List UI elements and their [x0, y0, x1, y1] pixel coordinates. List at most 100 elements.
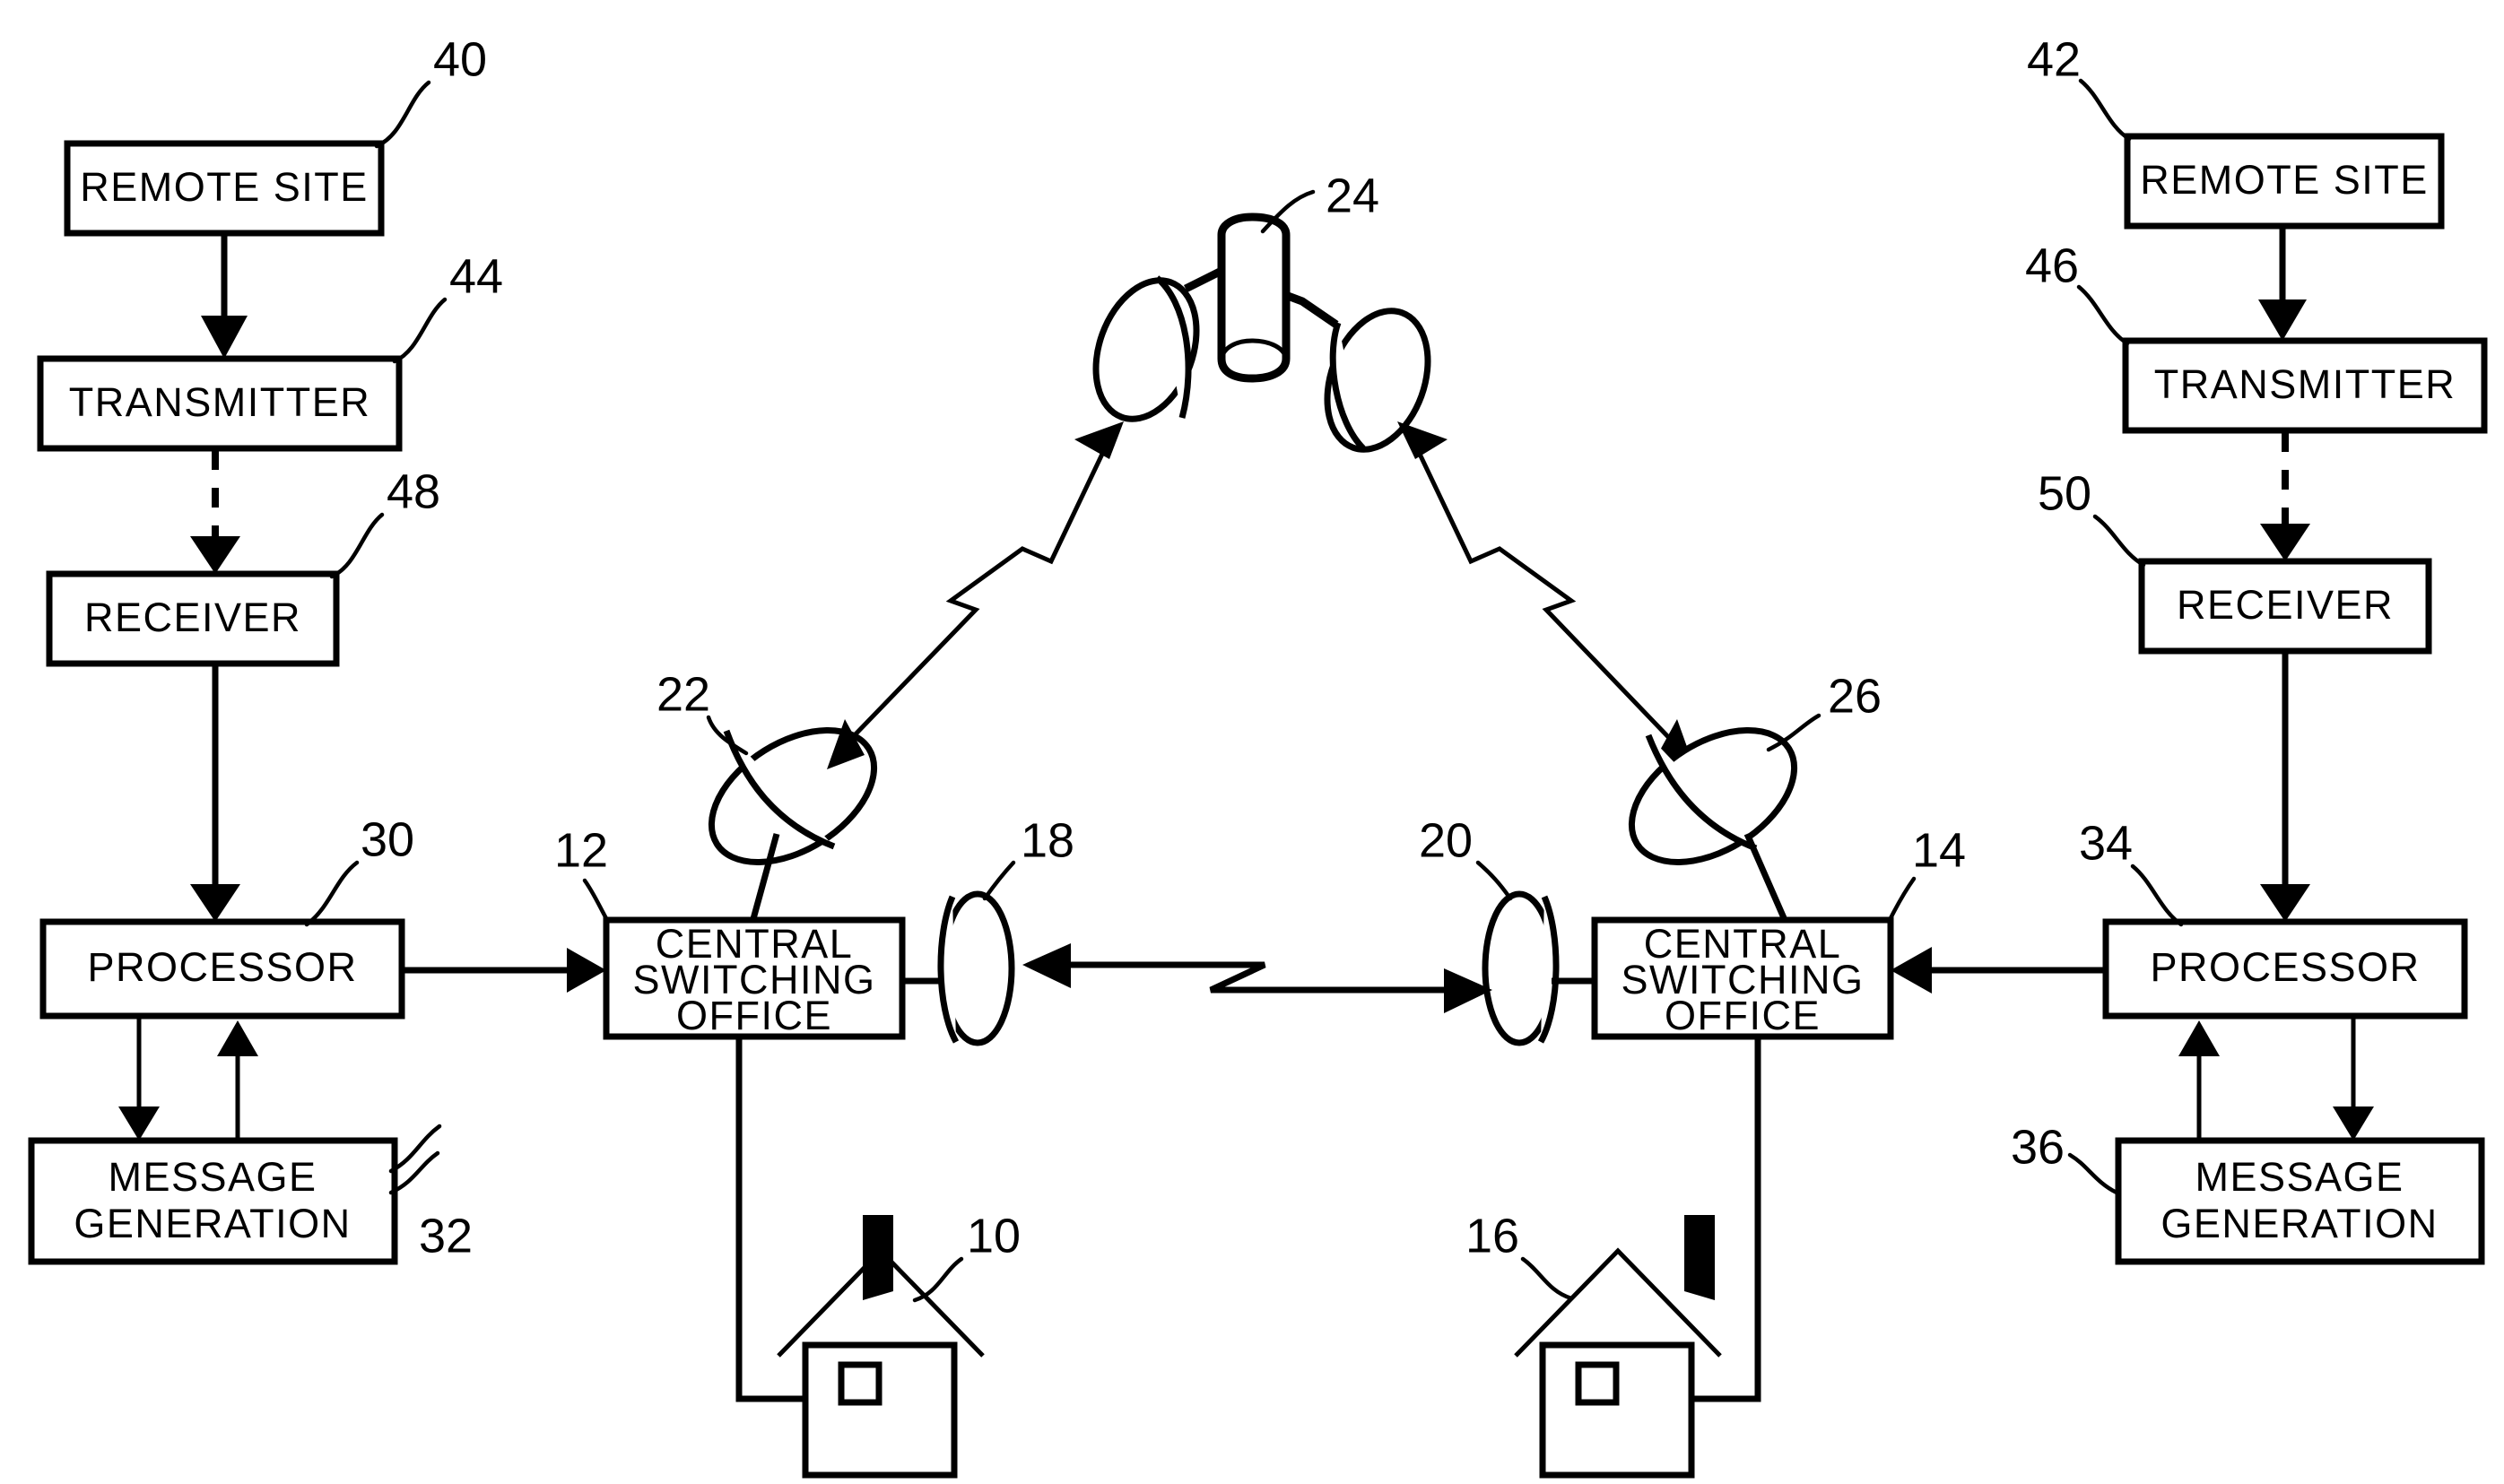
ref-number-40: 40	[433, 32, 487, 86]
processor-right-label: PROCESSOR	[2150, 944, 2420, 990]
message-generation-right-label-line2: GENERATION	[2161, 1201, 2438, 1246]
leader-line-36	[2067, 1152, 2119, 1195]
leader-line-40	[374, 80, 431, 149]
ref-number-30: 30	[361, 812, 414, 866]
ref-number-20: 20	[1419, 813, 1473, 867]
ref-number-10: 10	[967, 1209, 1021, 1263]
house-left[interactable]	[777, 1215, 985, 1479]
message-generation-right-label-line1: MESSAGE	[2195, 1154, 2404, 1200]
arrowhead-wireless-right	[2260, 524, 2310, 561]
ref-number-46: 46	[2025, 239, 2079, 292]
ref-number-36: 36	[2011, 1120, 2065, 1174]
arrowhead-uplink-right-top	[1397, 421, 1448, 459]
satellite-icon[interactable]	[1078, 213, 1446, 464]
message-generation-left-label-line1: MESSAGE	[108, 1154, 317, 1200]
processor-left-label: PROCESSOR	[87, 944, 357, 990]
satellite-link-right-path	[1414, 447, 1675, 744]
leader-line-42	[2078, 78, 2132, 142]
satellite-link-left-path	[846, 447, 1108, 744]
patent-figure: REMOTE SITE 40 TRANSMITTER 44 RECEIVER 4…	[0, 0, 2504, 1484]
connector-cso-left-to-house	[735, 1037, 805, 1402]
ref-number-22: 22	[656, 667, 710, 721]
arrowhead-remote-to-transmitter-left	[201, 316, 248, 359]
ref-number-48: 48	[387, 464, 440, 518]
arrowhead-uplink-left-top	[1074, 421, 1124, 459]
house-left-window-icon	[838, 1361, 882, 1406]
transmitter-right-label: TRANSMITTER	[2154, 361, 2456, 407]
ref-number-12: 12	[554, 823, 608, 877]
satellite-link-left	[827, 421, 1124, 769]
receiver-right-label: RECEIVER	[2177, 582, 2394, 628]
house-right[interactable]	[1514, 1215, 1722, 1479]
cso-right-label-line3: OFFICE	[1665, 993, 1821, 1038]
arrowhead-remote-to-transmitter-right	[2258, 299, 2307, 341]
arrowhead-processor-to-cso-right	[1891, 947, 1932, 994]
ref-number-32: 32	[419, 1209, 473, 1263]
ref-number-16: 16	[1465, 1209, 1519, 1263]
leader-line-24	[1260, 189, 1316, 234]
ref-number-44: 44	[449, 249, 503, 303]
ref-number-50: 50	[2038, 466, 2091, 520]
arrowhead-receiver-to-processor-right	[2260, 884, 2310, 922]
block-central-switching-office-left[interactable]: CENTRAL SWITCHING OFFICE	[603, 916, 906, 1040]
leader-line-14	[1886, 876, 1917, 924]
ref-number-14: 14	[1912, 823, 1966, 877]
remote-site-left-label: REMOTE SITE	[80, 164, 369, 210]
leader-line-26	[1766, 713, 1821, 752]
leader-line-46	[2076, 284, 2130, 346]
microwave-antenna-left[interactable]	[902, 890, 1015, 1046]
block-processor-right[interactable]: PROCESSOR	[2102, 918, 2468, 1020]
block-transmitter-left[interactable]: TRANSMITTER	[37, 355, 403, 452]
satellite-dish-left-face	[708, 727, 878, 865]
satellite-dish-right-mast	[1743, 832, 1788, 922]
arrowhead-msggen-to-processor-right	[2178, 1020, 2220, 1056]
leader-line-16	[1520, 1256, 1574, 1301]
leader-line-44	[392, 297, 448, 364]
block-message-generation-left[interactable]: MESSAGE GENERATION	[28, 1137, 398, 1265]
figure-canvas: REMOTE SITE 40 TRANSMITTER 44 RECEIVER 4…	[28, 32, 2488, 1479]
satellite-dish-right[interactable]	[1608, 703, 1817, 922]
block-receiver-right[interactable]: RECEIVER	[2138, 558, 2432, 655]
block-central-switching-office-right[interactable]: CENTRAL SWITCHING OFFICE	[1591, 916, 1894, 1040]
arrowhead-wireless-left	[190, 536, 240, 574]
house-right-chimney-icon	[1684, 1215, 1715, 1300]
microwave-link	[1022, 943, 1492, 1013]
leader-line-34	[2130, 863, 2184, 927]
block-processor-left[interactable]: PROCESSOR	[39, 918, 405, 1020]
ref-number-42: 42	[2027, 32, 2081, 86]
arrowhead-processor-to-msggen-right	[2333, 1106, 2374, 1141]
satellite-body	[1217, 213, 1291, 383]
satellite-strut-right	[1286, 291, 1339, 328]
arrowhead-microwave-left	[1022, 943, 1071, 988]
block-remote-site-right[interactable]: REMOTE SITE	[2124, 133, 2445, 230]
leader-line-20	[1475, 860, 1513, 901]
transmitter-left-label: TRANSMITTER	[69, 379, 371, 425]
remote-site-right-label: REMOTE SITE	[2140, 157, 2429, 203]
leader-line-12	[582, 878, 611, 924]
satellite-left-panel	[1092, 277, 1200, 422]
block-message-generation-right[interactable]: MESSAGE GENERATION	[2115, 1137, 2485, 1265]
microwave-antenna-right[interactable]	[1482, 890, 1595, 1046]
cso-left-label-line3: OFFICE	[676, 993, 832, 1038]
house-right-window-icon	[1575, 1361, 1620, 1406]
ref-number-18: 18	[1021, 813, 1074, 867]
arrowhead-receiver-to-processor-left	[190, 884, 240, 922]
microwave-link-path	[1055, 961, 1460, 994]
block-transmitter-right[interactable]: TRANSMITTER	[2122, 337, 2488, 434]
leader-line-30	[304, 860, 360, 927]
message-generation-left-label-line2: GENERATION	[74, 1201, 351, 1246]
leader-line-32	[388, 1124, 442, 1174]
block-receiver-left[interactable]: RECEIVER	[46, 570, 340, 667]
leader-line-32b	[388, 1150, 440, 1195]
ref-number-26: 26	[1828, 669, 1882, 723]
satellite-dish-right-face	[1628, 727, 1798, 865]
arrowhead-processor-to-cso-left	[567, 948, 606, 993]
ref-number-34: 34	[2079, 816, 2133, 870]
ref-number-24: 24	[1326, 169, 1379, 222]
arrowhead-processor-to-msggen-left	[118, 1106, 160, 1141]
block-remote-site-left[interactable]: REMOTE SITE	[64, 140, 385, 237]
arrowhead-msggen-to-processor-left	[217, 1020, 258, 1056]
leader-line-18	[982, 860, 1016, 901]
receiver-left-label: RECEIVER	[84, 594, 301, 640]
leader-line-48	[329, 512, 385, 579]
